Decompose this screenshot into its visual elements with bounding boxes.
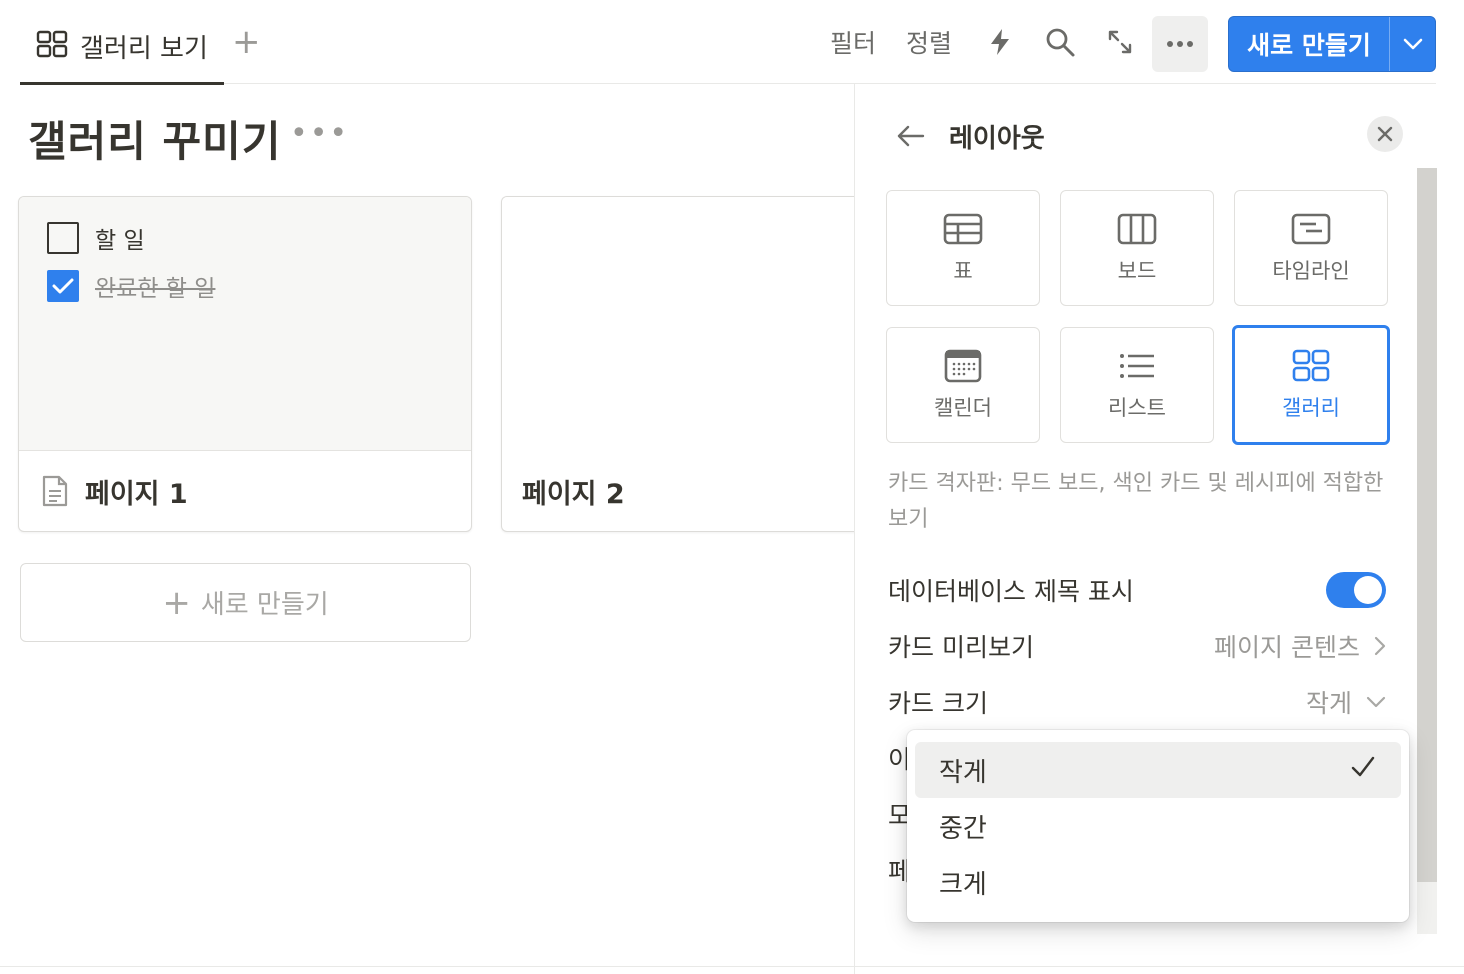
option-label: 작게 (939, 757, 987, 788)
back-arrow-icon[interactable] (895, 124, 925, 148)
setting-card-size[interactable]: 카드 크기 작게 (888, 682, 1386, 722)
gallery-icon (36, 30, 68, 58)
gallery-card[interactable]: 페이지 2 (501, 196, 881, 532)
todo-item-done: 완료한 할 일 (47, 269, 215, 303)
table-icon (943, 213, 983, 245)
tab-label: 갤러리 보기 (80, 34, 208, 64)
todo-item: 할 일 (47, 221, 145, 255)
card-footer: 페이지 1 (19, 451, 471, 531)
plus-icon: + (162, 582, 191, 623)
layout-option-calendar[interactable]: 캘린더 (886, 327, 1040, 443)
scrollbar-thumb[interactable] (1417, 168, 1437, 882)
more-options-button[interactable] (1152, 16, 1208, 72)
toggle-knob (1354, 576, 1382, 604)
setting-card-preview[interactable]: 카드 미리보기 페이지 콘텐츠 (888, 626, 1386, 666)
add-view-button[interactable]: + (232, 24, 261, 60)
todo-text: 완료한 할 일 (95, 276, 216, 302)
gallery-card[interactable]: 할 일 완료한 할 일 페이지 1 (18, 196, 472, 532)
timeline-icon (1291, 213, 1331, 245)
card-preview-value: 페이지 콘텐츠 (1214, 633, 1360, 662)
document-icon (42, 475, 68, 507)
gallery-icon (1292, 349, 1330, 382)
view-toolbar: 갤러리 보기 + 필터 정렬 새로 만들기 (20, 0, 1436, 85)
new-dropdown-button[interactable] (1390, 17, 1435, 71)
layout-label: 갤러리 (1282, 396, 1340, 420)
setting-label: 카드 크기 (888, 689, 988, 718)
card-preview (502, 197, 881, 451)
card-preview: 할 일 완료한 할 일 (19, 197, 471, 451)
close-icon (1377, 126, 1393, 142)
more-icon (1167, 41, 1193, 47)
chevron-down-icon (1366, 696, 1386, 708)
card-size-value: 작게 (1305, 689, 1352, 718)
setting-label: 카드 미리보기 (888, 633, 1034, 662)
layout-option-list[interactable]: 리스트 (1060, 327, 1214, 443)
bottom-divider (0, 966, 1464, 967)
page-title[interactable]: 갤러리 꾸미기 (28, 108, 281, 169)
checkbox-checked[interactable] (47, 270, 79, 302)
toggle-switch[interactable] (1326, 572, 1386, 608)
layout-description: 카드 격자판: 무드 보드, 색인 카드 및 레시피에 적합한 보기 (888, 471, 1384, 532)
check-icon (52, 278, 74, 294)
dropdown-option-large[interactable]: 크게 (915, 854, 1401, 910)
close-button[interactable] (1367, 116, 1403, 152)
new-button-group: 새로 만들기 (1228, 16, 1436, 72)
option-label: 크게 (939, 869, 987, 900)
layout-label: 리스트 (1108, 396, 1166, 420)
card-title: 페이지 2 (522, 478, 625, 510)
setting-value: 페이지 콘텐츠 (1214, 628, 1386, 664)
new-card-label: 새로 만들기 (200, 590, 329, 620)
list-icon (1120, 354, 1154, 378)
checkmark-icon (1351, 755, 1375, 785)
lightning-icon[interactable] (984, 26, 1016, 58)
layout-option-timeline[interactable]: 타임라인 (1234, 190, 1388, 306)
setting-label: 데이터베이스 제목 표시 (888, 577, 1134, 606)
layout-option-table[interactable]: 표 (886, 190, 1040, 306)
dropdown-option-small[interactable]: 작게 (915, 742, 1401, 798)
calendar-icon (944, 349, 982, 383)
title-more-button[interactable]: ••• (290, 116, 349, 151)
active-tab-underline (20, 82, 224, 85)
chevron-right-icon (1374, 636, 1386, 656)
dropdown-option-medium[interactable]: 중간 (915, 798, 1401, 854)
tab-gallery-view[interactable]: 갤러리 보기 (20, 16, 224, 85)
layout-label: 타임라인 (1272, 259, 1350, 283)
setting-show-db-title[interactable]: 데이터베이스 제목 표시 (888, 570, 1386, 610)
chevron-down-icon (1403, 38, 1422, 50)
layout-option-gallery[interactable]: 갤러리 (1232, 325, 1390, 445)
layout-option-board[interactable]: 보드 (1060, 190, 1214, 306)
card-title: 페이지 1 (85, 478, 188, 510)
new-button[interactable]: 새로 만들기 (1229, 17, 1389, 71)
sort-button[interactable]: 정렬 (906, 24, 952, 60)
expand-icon[interactable] (1104, 26, 1136, 58)
panel-title: 레이아웃 (949, 123, 1045, 154)
card-footer: 페이지 2 (502, 451, 881, 531)
board-icon (1117, 213, 1157, 245)
panel-header: 레이아웃 (895, 116, 1045, 156)
setting-value: 작게 (1306, 684, 1386, 720)
todo-text: 할 일 (95, 228, 145, 254)
layout-label: 표 (953, 259, 973, 283)
new-card-button[interactable]: + 새로 만들기 (20, 563, 471, 642)
layout-label: 캘린더 (934, 396, 992, 420)
scrollbar[interactable] (1417, 168, 1437, 934)
card-size-dropdown: 작게 중간 크게 (907, 730, 1409, 922)
search-icon[interactable] (1044, 26, 1076, 58)
option-label: 중간 (939, 813, 987, 844)
checkbox[interactable] (47, 222, 79, 254)
filter-button[interactable]: 필터 (830, 24, 876, 60)
layout-label: 보드 (1117, 259, 1157, 283)
